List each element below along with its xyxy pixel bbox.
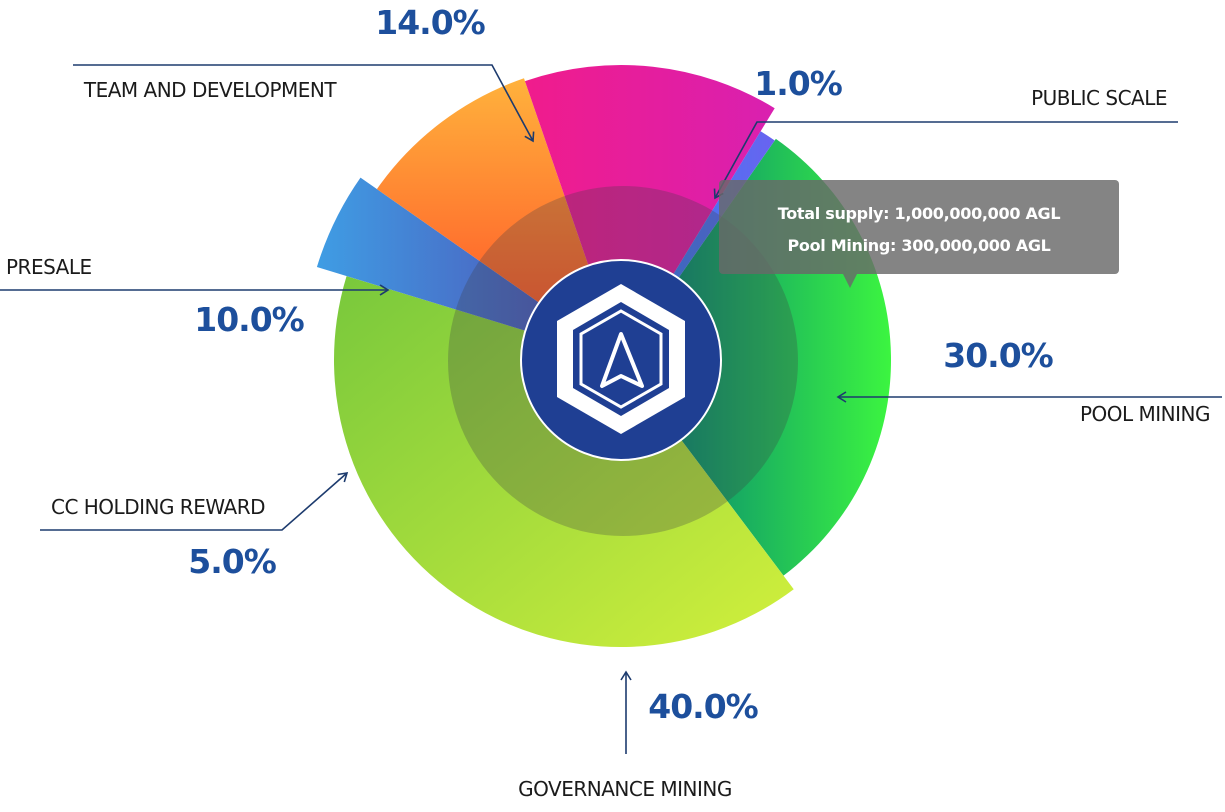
slice-percent-public-scale: 1.0% bbox=[754, 64, 842, 103]
slice-percent-pool-mining: 30.0% bbox=[943, 336, 1053, 375]
tooltip-pointer bbox=[843, 274, 857, 288]
slice-tooltip: Total supply: 1,000,000,000 AGL Pool Min… bbox=[719, 180, 1119, 288]
slice-label-team-and-development: TEAM AND DEVELOPMENT bbox=[83, 78, 337, 102]
slice-percent-team-and-development: 14.0% bbox=[375, 3, 485, 42]
hexagon-a-logo-icon bbox=[520, 259, 722, 461]
tooltip-total-supply: Total supply: 1,000,000,000 AGL bbox=[777, 204, 1061, 223]
slice-percent-governance-mining: 40.0% bbox=[648, 687, 758, 726]
slice-label-presale: PRESALE bbox=[6, 255, 92, 279]
donut-chart: POOL MINING 30.0% GOVERNANCE MINING 40.0% CC… bbox=[0, 3, 1222, 801]
slice-label-pool-mining: POOL MINING bbox=[1080, 402, 1210, 426]
tooltip-pool-mining: Pool Mining: 300,000,000 AGL bbox=[787, 236, 1051, 255]
slice-label-public-scale: PUBLIC SCALE bbox=[1031, 86, 1167, 110]
slice-label-governance-mining: GOVERNANCE MINING bbox=[518, 777, 732, 801]
slice-percent-cc-holding-reward: 5.0% bbox=[188, 542, 276, 581]
slice-label-cc-holding-reward: CC HOLDING REWARD bbox=[51, 495, 265, 519]
slice-percent-presale: 10.0% bbox=[194, 300, 304, 339]
